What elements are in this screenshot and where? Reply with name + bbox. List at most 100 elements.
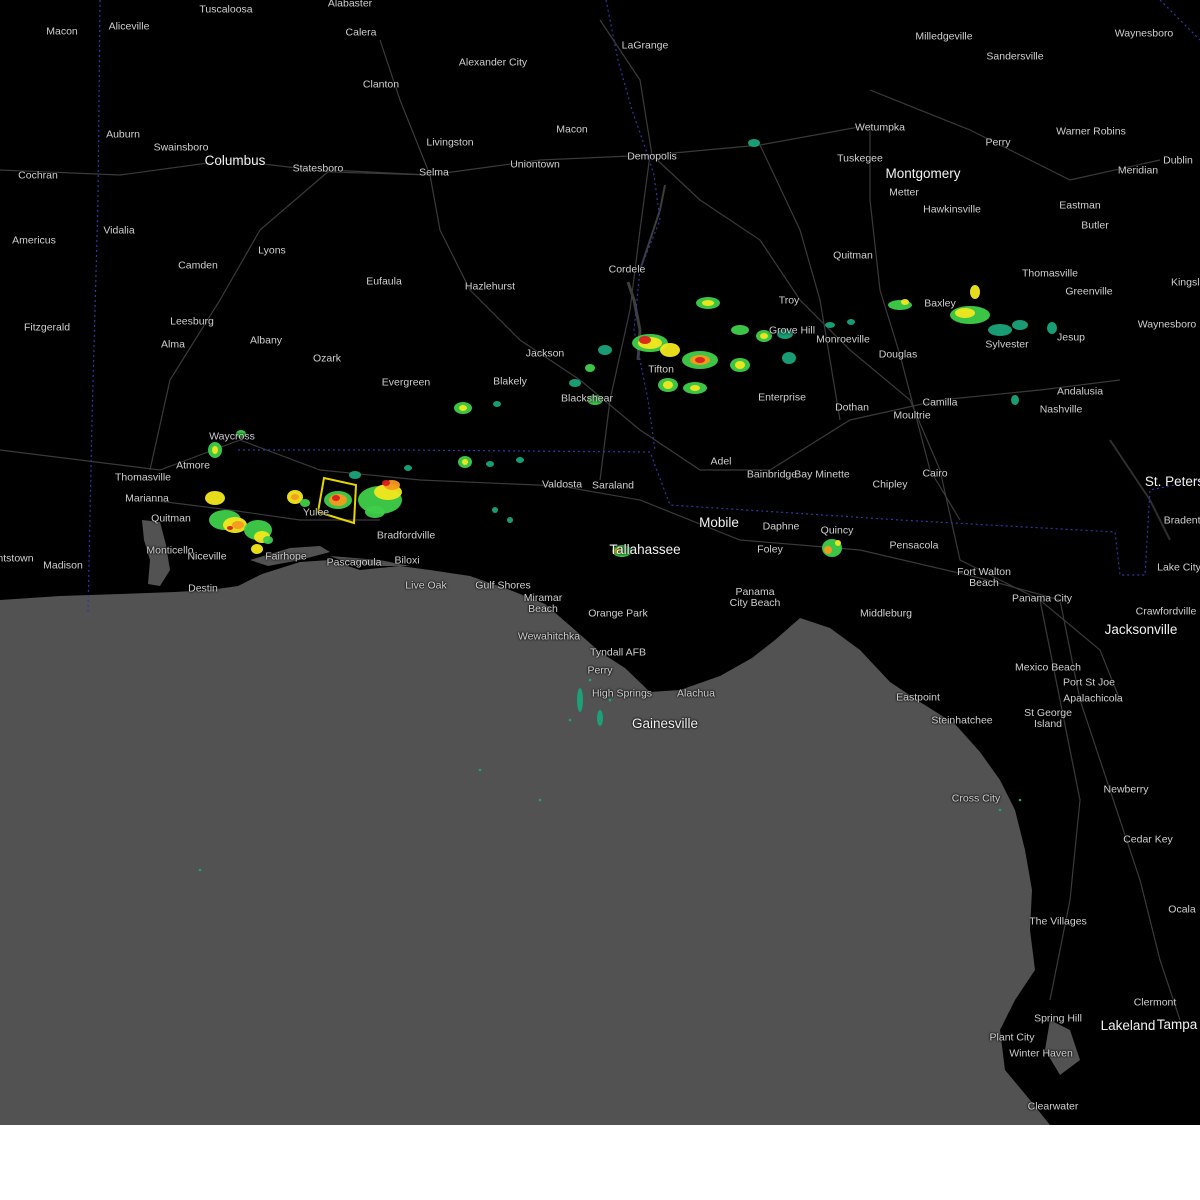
city-label: Foley — [757, 543, 783, 556]
city-label: Americus — [12, 234, 56, 247]
radar-cell-light — [569, 379, 581, 387]
city-label: Alexander City — [458, 56, 528, 69]
city-label: Bradfordville — [376, 529, 436, 542]
city-label: Butler — [1081, 219, 1109, 232]
city-label: Auburn — [106, 128, 140, 141]
city-label: Quincy — [820, 524, 854, 537]
radar-cell-yellow — [690, 385, 700, 391]
city-label: Alachua — [677, 687, 715, 700]
radar-cell-light — [404, 465, 412, 471]
city-label: Pensacola — [889, 539, 939, 552]
city-label: Destin — [188, 582, 218, 595]
city-label: Sylvester — [985, 338, 1029, 351]
city-label: Valdosta — [541, 478, 583, 491]
city-label: LaGrange — [621, 39, 669, 52]
city-label: Perry — [985, 136, 1011, 149]
city-label: Middleburg — [860, 607, 912, 620]
city-label: Tallahassee — [609, 542, 681, 557]
city-label: Orange Park — [588, 607, 648, 620]
city-label: Selma — [419, 166, 449, 179]
city-label: Thomasville — [114, 471, 172, 484]
radar-cell-yellow — [760, 333, 768, 339]
city-label: Lake City — [1157, 561, 1200, 574]
radar-cell-yellow — [955, 308, 975, 318]
city-label: Tifton — [648, 363, 674, 376]
radar-cell-green — [731, 325, 749, 335]
city-label: Uniontown — [510, 158, 560, 171]
city-label: Hawkinsville — [923, 203, 981, 216]
city-label: Waycross — [209, 430, 255, 443]
radar-cell-light — [486, 461, 494, 467]
city-label: Plant City — [989, 1031, 1035, 1044]
radar-cell-light — [1012, 320, 1028, 330]
city-label: Fort Walton Beach — [957, 566, 1011, 589]
map-canvas[interactable] — [0, 0, 1200, 1125]
city-label: Hazlehurst — [464, 280, 516, 293]
city-label: Tyndall AFB — [589, 646, 647, 659]
radar-cell-red — [332, 495, 340, 501]
radar-cell-yellow — [735, 361, 745, 369]
city-label: Enterprise — [758, 391, 806, 404]
city-label: Bainbridge — [746, 468, 798, 481]
city-label: Panama City Beach — [729, 586, 781, 609]
radar-speck — [478, 768, 482, 772]
city-label: Quitman — [151, 512, 191, 525]
city-label: Warner Robins — [1056, 125, 1126, 138]
radar-cell-light — [825, 322, 835, 328]
city-label: Greenville — [1065, 285, 1113, 298]
city-label: Biloxi — [394, 554, 420, 567]
radar-cell-light — [598, 345, 612, 355]
city-label: Jacksonville — [1104, 622, 1178, 637]
city-label: Fairhope — [265, 550, 307, 563]
city-label: Eufaula — [366, 275, 402, 288]
city-label: Clermont — [1133, 996, 1177, 1009]
city-label: Metter — [889, 186, 919, 199]
radar-cell-yellow — [970, 285, 980, 299]
city-label: Gainesville — [631, 716, 699, 731]
city-label: Eastman — [1059, 199, 1101, 212]
city-label: Vidalia — [103, 224, 135, 237]
city-label: Dothan — [835, 401, 869, 414]
radar-cell-yellow — [459, 405, 467, 411]
radar-map[interactable]: Tuscaloosa Alabaster Macon Aliceville Calera… — [0, 0, 1200, 1125]
city-label: Quitman — [833, 249, 873, 262]
city-label: Live Oak — [405, 579, 447, 592]
radar-cell-green — [263, 536, 273, 544]
city-label: Fitzgerald — [23, 321, 71, 334]
city-label: Gulf Shores — [475, 579, 531, 592]
radar-cell-yellow — [901, 299, 909, 305]
city-label: Moultrie — [893, 409, 931, 422]
city-label: Daphne — [762, 520, 800, 533]
city-label: Winter Haven — [1009, 1047, 1073, 1060]
radar-cell-red — [695, 357, 705, 363]
city-label: High Springs — [591, 687, 653, 700]
city-label: Blackshear — [561, 392, 613, 405]
city-label: Evergreen — [381, 376, 431, 389]
radar-cell-yellow — [205, 491, 225, 505]
radar-cell-light — [782, 352, 796, 364]
radar-cell-yellow — [702, 300, 714, 306]
city-label: Yulee — [302, 506, 330, 519]
city-label: Dublin — [1163, 154, 1193, 167]
city-label: Cairo — [922, 467, 948, 480]
city-label: Perry — [587, 664, 613, 677]
radar-cell-light — [493, 401, 501, 407]
city-label: Miramar Beach — [523, 592, 563, 615]
city-label: Baxley — [924, 297, 956, 310]
radar-speck — [998, 808, 1002, 812]
city-label: Pascagoula — [326, 556, 382, 569]
city-label: Andalusia — [1056, 385, 1104, 398]
radar-cell-light — [1047, 322, 1057, 334]
city-label: Calera — [345, 26, 377, 39]
city-label: Blountstown — [0, 552, 34, 565]
city-label: Ozark — [312, 352, 342, 365]
city-label: Tuskegee — [837, 152, 883, 165]
city-label: Douglas — [878, 348, 918, 361]
city-label: Camilla — [922, 396, 958, 409]
city-label: Madison — [43, 559, 83, 572]
city-label: Cochran — [18, 169, 58, 182]
radar-cell-light — [516, 457, 524, 463]
city-label: Monroeville — [816, 333, 870, 346]
radar-cell-light — [1011, 395, 1019, 405]
city-label: Waynesboro — [1137, 318, 1197, 331]
